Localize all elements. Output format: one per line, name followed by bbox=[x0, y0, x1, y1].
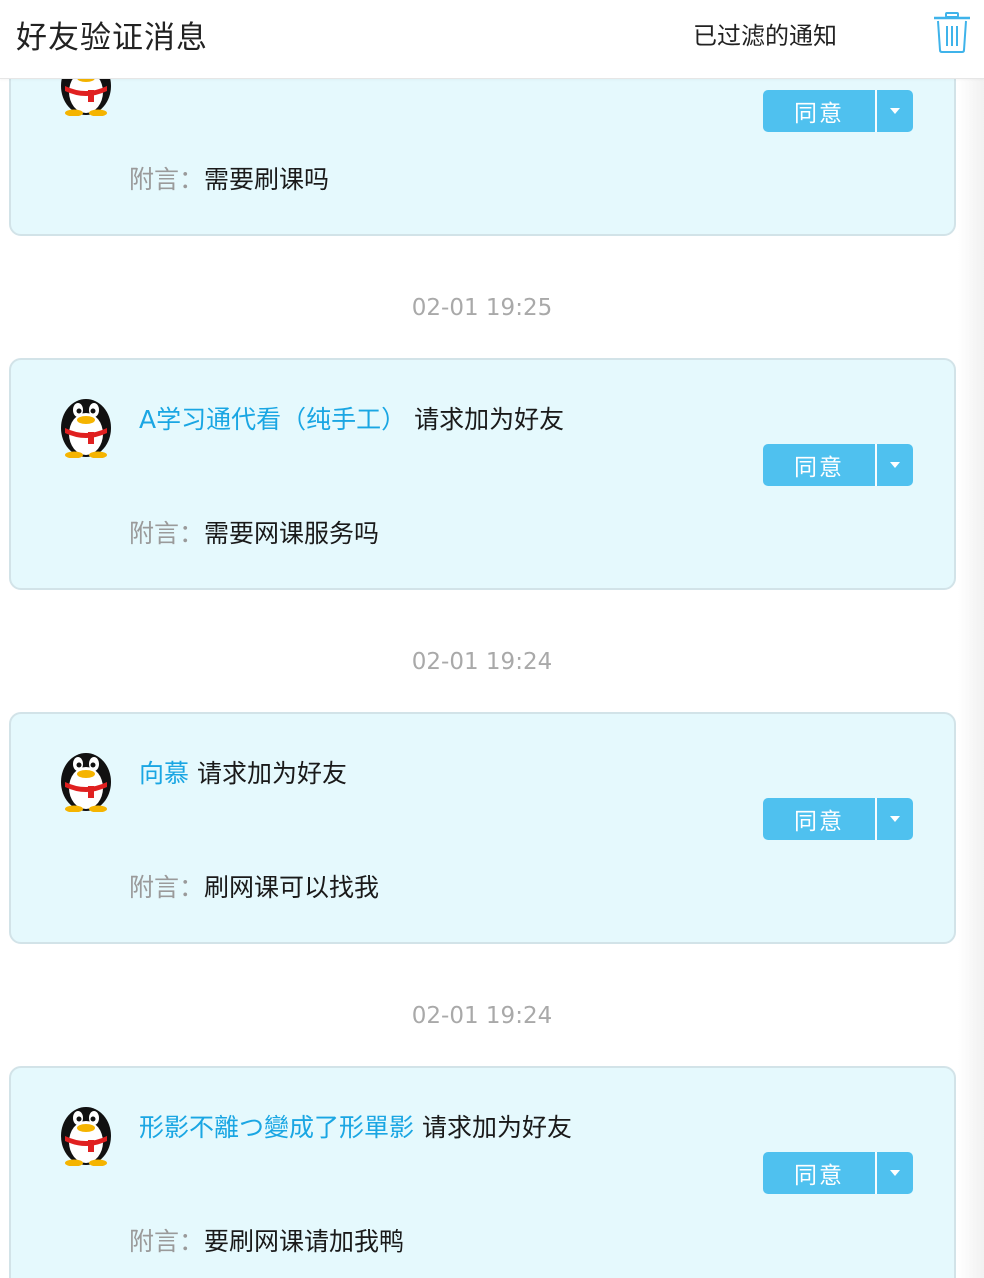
qq-penguin-avatar-icon[interactable] bbox=[55, 744, 117, 812]
button-divider bbox=[875, 1152, 877, 1194]
agree-button-group: 同意 bbox=[763, 798, 913, 840]
note-text: 需要刷课吗 bbox=[204, 165, 330, 194]
friend-verification-page: 同意 附言：需要刷课吗 02-01 19:25 A学习通代看（纯手工） 请求加为… bbox=[0, 0, 984, 1278]
page-title: 好友验证消息 bbox=[16, 20, 208, 56]
agree-button-group: 同意 bbox=[763, 90, 913, 132]
agree-button[interactable]: 同意 bbox=[763, 90, 875, 132]
button-divider bbox=[875, 798, 877, 840]
caret-down-icon bbox=[890, 816, 900, 822]
request-note: 附言：要刷网课请加我鸭 bbox=[129, 1222, 404, 1258]
agree-dropdown-button[interactable] bbox=[877, 1152, 913, 1194]
request-timestamp: 02-01 19:24 bbox=[411, 1003, 553, 1029]
request-card: 形影不離つ變成了形單影 请求加为好友 同意 附言：要刷网课请加我鸭 bbox=[9, 1066, 956, 1278]
request-timestamp: 02-01 19:24 bbox=[411, 649, 553, 675]
header-bar: 好友验证消息 已过滤的通知 bbox=[0, 0, 984, 79]
agree-button-group: 同意 bbox=[763, 1152, 913, 1194]
caret-down-icon bbox=[890, 108, 900, 114]
requester-name-link[interactable]: A学习通代看（纯手工） bbox=[139, 405, 406, 434]
qq-penguin-avatar-icon[interactable] bbox=[55, 1098, 117, 1166]
request-timestamp: 02-01 19:25 bbox=[411, 295, 553, 321]
requester-name-link[interactable]: 形影不離つ變成了形單影 bbox=[139, 1113, 414, 1142]
filtered-notifications-link[interactable]: 已过滤的通知 bbox=[693, 16, 837, 51]
note-label: 附言： bbox=[129, 519, 205, 548]
request-action-text: 请求加为好友 bbox=[421, 1113, 572, 1142]
request-line: 形影不離つ變成了形單影 请求加为好友 bbox=[139, 1108, 572, 1144]
trash-icon[interactable] bbox=[930, 10, 974, 54]
request-card: 向慕 请求加为好友 同意 附言：刷网课可以找我 bbox=[9, 712, 956, 944]
agree-button[interactable]: 同意 bbox=[763, 798, 875, 840]
note-text: 需要网课服务吗 bbox=[204, 519, 380, 548]
agree-dropdown-button[interactable] bbox=[877, 798, 913, 840]
scrollbar-track[interactable] bbox=[958, 78, 984, 1278]
caret-down-icon bbox=[890, 462, 900, 468]
button-divider bbox=[875, 444, 877, 486]
agree-button[interactable]: 同意 bbox=[763, 444, 875, 486]
request-note: 附言：刷网课可以找我 bbox=[129, 868, 379, 904]
note-text: 刷网课可以找我 bbox=[204, 873, 380, 902]
request-action-text: 请求加为好友 bbox=[196, 759, 347, 788]
request-note: 附言：需要刷课吗 bbox=[129, 160, 329, 196]
caret-down-icon bbox=[890, 1170, 900, 1176]
qq-penguin-avatar-icon[interactable] bbox=[55, 390, 117, 458]
agree-button[interactable]: 同意 bbox=[763, 1152, 875, 1194]
request-note: 附言：需要网课服务吗 bbox=[129, 514, 379, 550]
agree-dropdown-button[interactable] bbox=[877, 444, 913, 486]
button-divider bbox=[875, 90, 877, 132]
agree-dropdown-button[interactable] bbox=[877, 90, 913, 132]
agree-button-group: 同意 bbox=[763, 444, 913, 486]
request-action-text: 请求加为好友 bbox=[414, 405, 565, 434]
requester-name-link[interactable]: 向慕 bbox=[139, 759, 189, 788]
note-label: 附言： bbox=[129, 873, 205, 902]
request-line: 向慕 请求加为好友 bbox=[139, 754, 347, 790]
note-text: 要刷网课请加我鸭 bbox=[204, 1227, 405, 1256]
request-line: A学习通代看（纯手工） 请求加为好友 bbox=[139, 400, 564, 436]
note-label: 附言： bbox=[129, 165, 205, 194]
request-card: A学习通代看（纯手工） 请求加为好友 同意 附言：需要网课服务吗 bbox=[9, 358, 956, 590]
note-label: 附言： bbox=[129, 1227, 205, 1256]
